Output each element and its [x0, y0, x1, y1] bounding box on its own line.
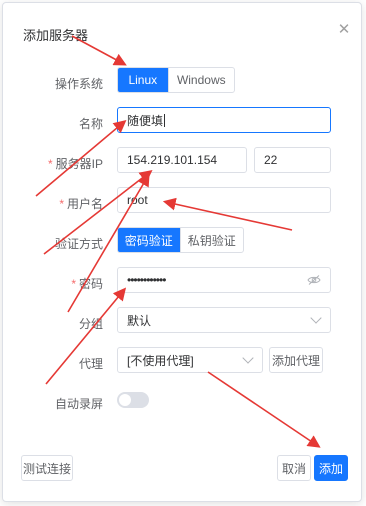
proxy-value: [不使用代理]	[127, 353, 194, 368]
add-server-dialog: 添加服务器 ✕ 操作系统 Linux Windows 名称 随便填 * 服务器IP…	[2, 2, 362, 502]
password-input[interactable]: ••••••••••••	[117, 267, 331, 293]
proxy-select[interactable]: [不使用代理]	[117, 347, 263, 373]
group-value: 默认	[127, 313, 152, 328]
group-label: 分组	[78, 317, 103, 331]
server-ip-label-text: 服务器IP	[55, 157, 103, 171]
required-mark: *	[71, 277, 76, 291]
auth-segment: 密码验证 私钥验证	[117, 227, 244, 253]
os-label: 操作系统	[54, 77, 103, 91]
text-caret	[164, 113, 166, 127]
group-select[interactable]: 默认	[117, 307, 331, 333]
auto-record-label: 自动录屏	[54, 397, 103, 411]
cancel-button[interactable]: 取消	[277, 455, 311, 481]
required-mark: *	[59, 197, 64, 211]
username-label-text: 用户名	[66, 197, 103, 211]
test-connection-button[interactable]: 测试连接	[21, 455, 73, 481]
name-label: 名称	[78, 117, 103, 131]
os-option-windows[interactable]: Windows	[167, 68, 234, 92]
port-input[interactable]: 22	[254, 147, 331, 173]
name-input[interactable]: 随便填	[117, 107, 331, 133]
switch-knob	[119, 394, 131, 406]
server-ip-label: * 服务器IP	[3, 155, 103, 172]
dialog-title: 添加服务器	[23, 28, 89, 43]
auto-record-switch[interactable]	[117, 392, 149, 408]
username-value: root	[127, 193, 148, 207]
add-button[interactable]: 添加	[314, 455, 348, 481]
password-label-text: 密码	[78, 277, 103, 291]
auth-label: 验证方式	[54, 237, 103, 251]
auth-option-password[interactable]: 密码验证	[118, 228, 180, 252]
add-proxy-button[interactable]: 添加代理	[269, 347, 323, 373]
server-ip-input[interactable]: 154.219.101.154	[117, 147, 247, 173]
password-label: * 密码	[3, 275, 103, 292]
os-segment: Linux Windows	[117, 67, 235, 93]
auth-option-private-key[interactable]: 私钥验证	[179, 228, 244, 252]
password-value: ••••••••••••	[127, 273, 166, 287]
name-input-value: 随便填	[127, 113, 164, 128]
required-mark: *	[47, 157, 53, 171]
server-ip-value: 154.219.101.154	[127, 153, 218, 167]
chevron-down-icon	[310, 312, 322, 324]
eye-off-icon[interactable]	[307, 274, 321, 286]
port-value: 22	[264, 153, 278, 167]
proxy-label: 代理	[78, 357, 103, 371]
close-icon[interactable]: ✕	[337, 22, 351, 37]
os-option-linux[interactable]: Linux	[118, 68, 168, 92]
username-label: * 用户名	[3, 195, 103, 212]
chevron-down-icon	[242, 352, 254, 364]
username-input[interactable]: root	[117, 187, 331, 213]
